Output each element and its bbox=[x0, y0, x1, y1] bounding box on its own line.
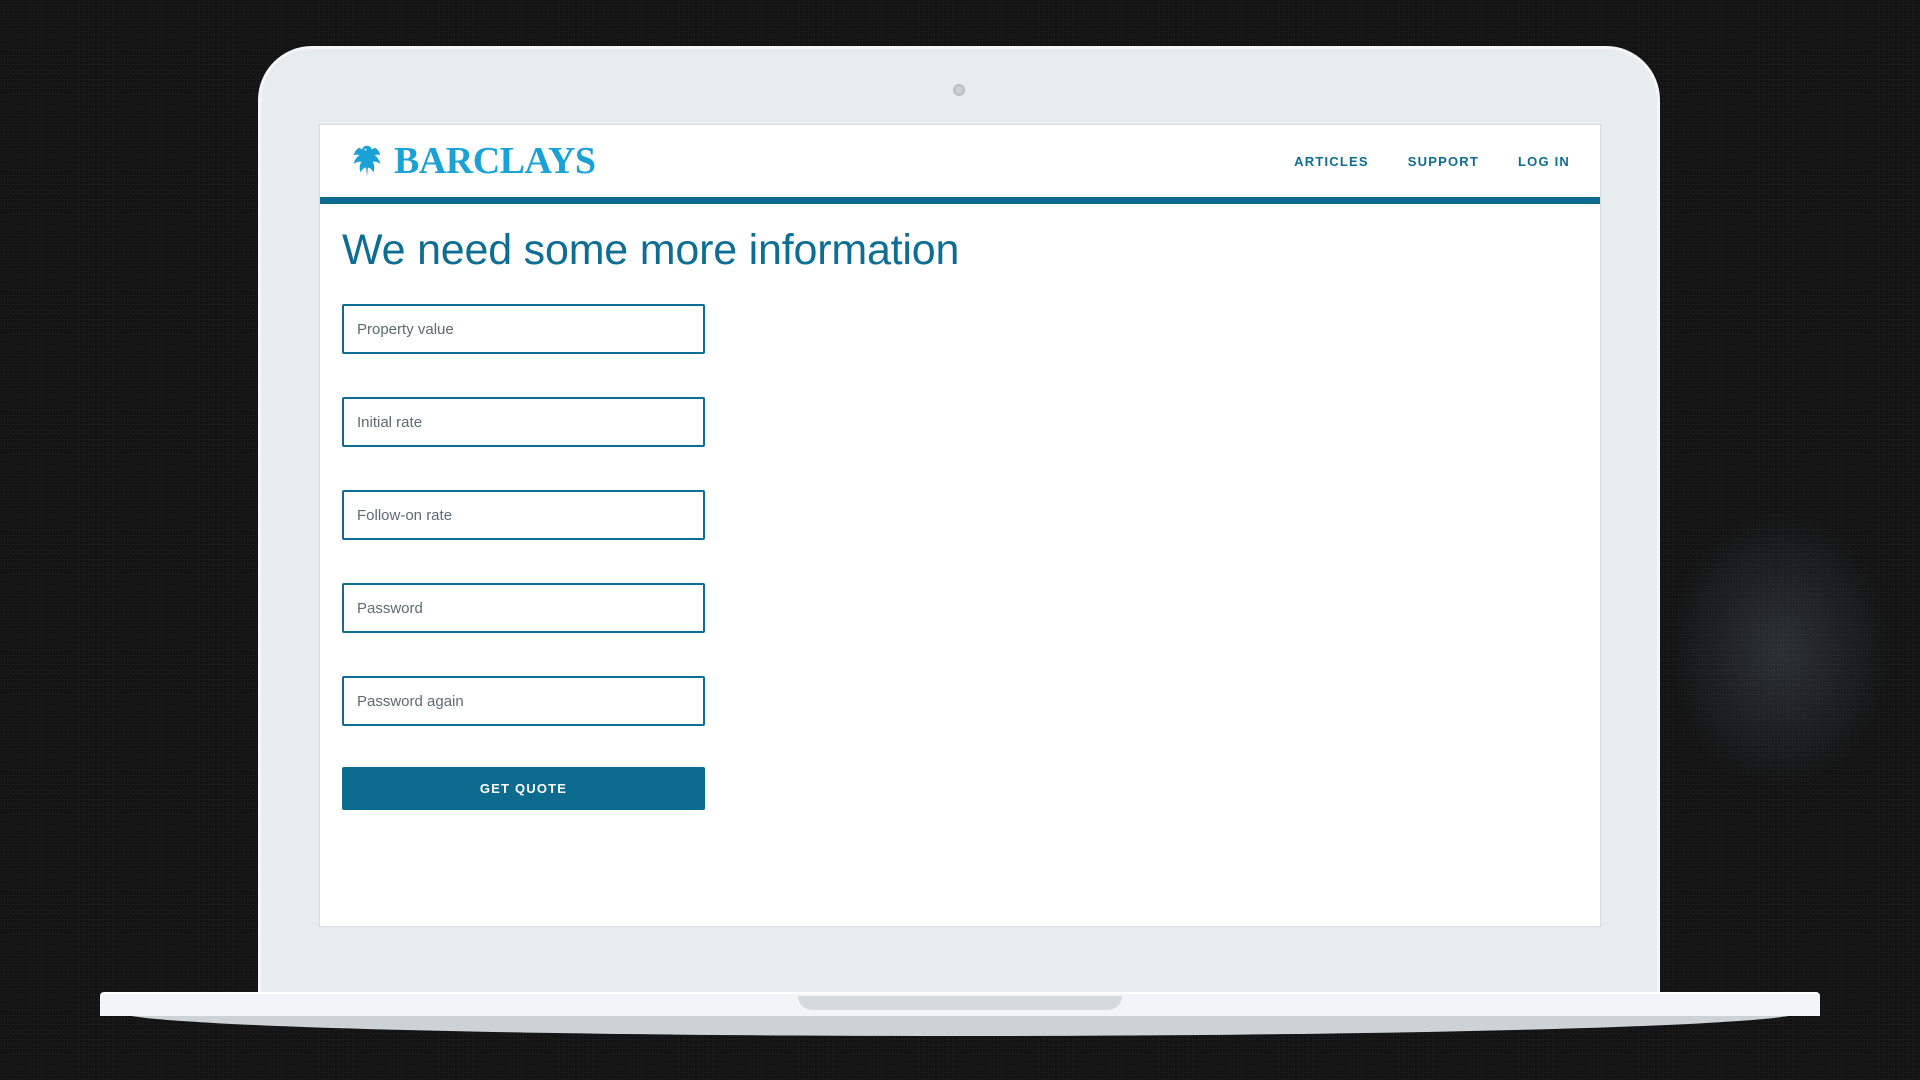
follow-on-rate-input[interactable] bbox=[342, 490, 705, 540]
password-again-input[interactable] bbox=[342, 676, 705, 726]
browser-screen: BARCLAYS ARTICLES SUPPORT LOG IN We need… bbox=[319, 124, 1601, 927]
brand-name: BARCLAYS bbox=[394, 140, 596, 182]
brand-logo[interactable]: BARCLAYS bbox=[348, 139, 596, 183]
laptop-hinge-notch bbox=[798, 996, 1122, 1010]
nav-support-link[interactable]: SUPPORT bbox=[1408, 154, 1479, 169]
webcam-icon bbox=[953, 84, 965, 96]
stage: BARCLAYS ARTICLES SUPPORT LOG IN We need… bbox=[0, 0, 1920, 1080]
property-value-input[interactable] bbox=[342, 304, 705, 354]
eagle-icon bbox=[353, 145, 381, 177]
page-title: We need some more information bbox=[342, 226, 960, 274]
nav-articles-link[interactable]: ARTICLES bbox=[1294, 154, 1369, 169]
get-quote-button[interactable]: GET QUOTE bbox=[342, 767, 705, 810]
top-nav: ARTICLES SUPPORT LOG IN bbox=[1294, 154, 1570, 169]
nav-login-link[interactable]: LOG IN bbox=[1518, 154, 1570, 169]
initial-rate-input[interactable] bbox=[342, 397, 705, 447]
quote-form: GET QUOTE bbox=[342, 304, 1578, 810]
main-content: We need some more information GET QUOTE bbox=[320, 204, 1600, 832]
site-header: BARCLAYS ARTICLES SUPPORT LOG IN bbox=[320, 125, 1600, 204]
password-input[interactable] bbox=[342, 583, 705, 633]
background-glow bbox=[1660, 500, 1900, 800]
